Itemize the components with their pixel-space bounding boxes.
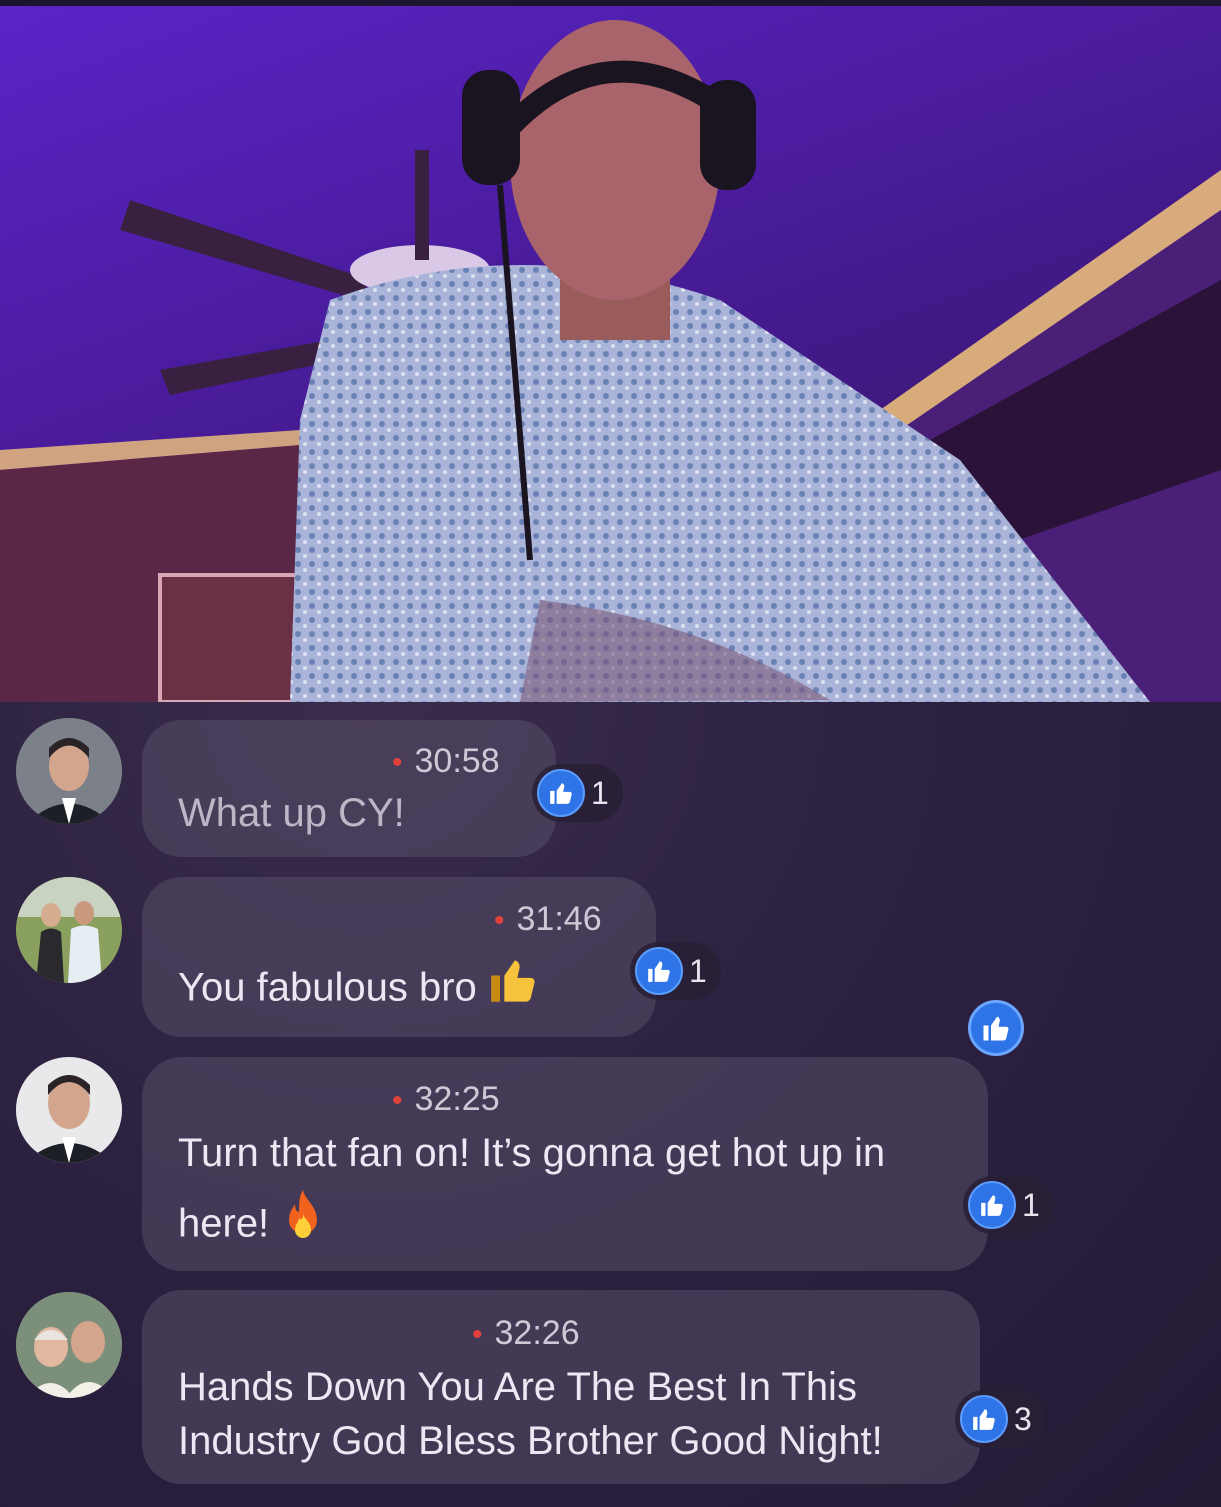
fire-emoji: [279, 1188, 327, 1264]
thumbs-up-emoji: [487, 954, 539, 1026]
live-dot-icon: •: [392, 1084, 403, 1117]
like-count: 1: [1022, 1186, 1040, 1223]
thumbs-up-icon: [635, 947, 683, 995]
comment-timestamp: • 32:25: [392, 1080, 500, 1118]
like-reaction-count[interactable]: 1: [963, 1176, 1054, 1234]
thumbs-up-icon: [968, 1181, 1016, 1229]
comment-avatar[interactable]: [16, 1292, 122, 1398]
floating-thumbs-up-icon: [968, 1000, 1024, 1056]
comment-text-content: You fabulous bro: [178, 965, 477, 1010]
comment-timestamp: • 32:26: [472, 1314, 580, 1352]
like-reaction-count[interactable]: 3: [955, 1390, 1046, 1448]
like-reaction-count[interactable]: 1: [630, 942, 721, 1000]
like-count: 3: [1014, 1400, 1032, 1437]
comment-timestamp: • 30:58: [392, 742, 500, 780]
avatar-photo: [16, 1057, 122, 1163]
avatar-photo: [16, 1292, 122, 1398]
comment-text-content: here!: [178, 1201, 270, 1246]
live-video[interactable]: [0, 0, 1221, 702]
comment-text: What up CY!: [178, 791, 405, 835]
like-reaction-count[interactable]: 1: [532, 764, 623, 822]
comment-text-line: here!: [178, 1188, 327, 1264]
like-count: 1: [689, 952, 707, 989]
comment-timestamp: • 31:46: [494, 900, 602, 938]
avatar-photo: [16, 877, 122, 983]
thumbs-up-icon: [537, 769, 585, 817]
avatar-photo: [16, 718, 122, 824]
thumbs-up-icon: [960, 1395, 1008, 1443]
comment-avatar[interactable]: [16, 877, 122, 983]
like-count: 1: [591, 774, 609, 811]
comment-text: You fabulous bro: [178, 954, 539, 1026]
live-dot-icon: •: [472, 1318, 483, 1351]
comment-avatar[interactable]: [16, 718, 122, 824]
comment-text-line: Industry God Bless Brother Good Night!: [178, 1419, 883, 1463]
comment-avatar[interactable]: [16, 1057, 122, 1163]
comment-text-line: Turn that fan on! It’s gonna get hot up …: [178, 1131, 886, 1175]
live-dot-icon: •: [494, 904, 505, 937]
live-dot-icon: •: [392, 746, 403, 779]
video-frame: [0, 20, 1221, 702]
